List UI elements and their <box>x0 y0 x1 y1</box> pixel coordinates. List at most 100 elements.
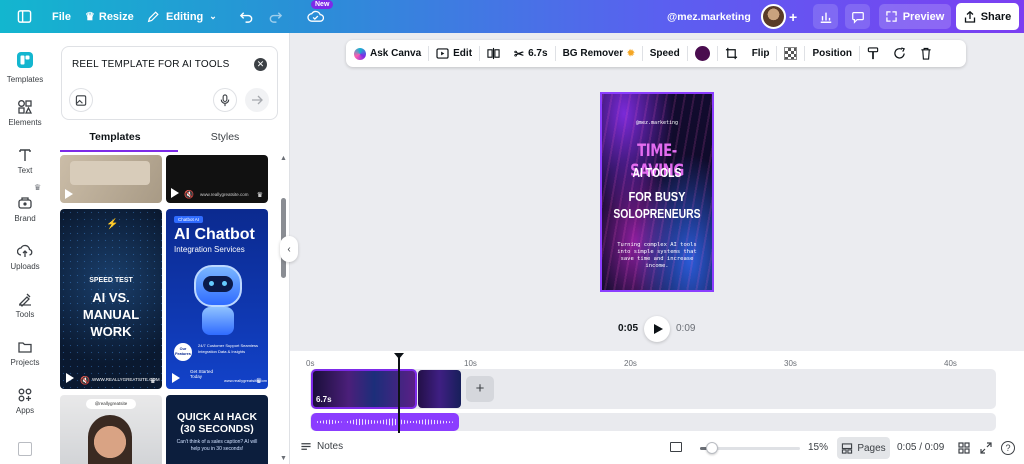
ask-canva-button[interactable]: Ask Canva <box>346 47 428 60</box>
rail-label: Apps <box>15 406 35 415</box>
color-swatch <box>694 46 710 61</box>
color-button[interactable] <box>688 46 717 61</box>
playhead[interactable] <box>394 353 404 433</box>
video-clip[interactable]: 6.7s <box>311 369 417 409</box>
notes-label: Notes <box>317 441 344 452</box>
share-button[interactable]: Share <box>956 3 1019 30</box>
transparency-icon <box>784 47 798 60</box>
design-page[interactable]: @mez.marketing TIME-SAVING AI TOOLS FOR … <box>600 92 714 292</box>
file-menu-button[interactable]: File <box>52 0 71 33</box>
voice-search-button[interactable] <box>213 88 237 112</box>
template-card[interactable]: 🔇 www.reallygreatsite.com ♛ <box>166 155 268 203</box>
share-label: Share <box>980 10 1012 23</box>
trim-button[interactable]: ✂ 6.7s <box>507 47 555 61</box>
rail-item-templates[interactable]: Templates <box>0 50 50 84</box>
resize-label: Resize <box>98 10 134 23</box>
animate-button[interactable] <box>886 47 913 60</box>
redo-button[interactable] <box>268 0 283 33</box>
template-card-person[interactable]: @reallygreatsite <box>60 395 162 464</box>
brand-icon <box>18 197 32 209</box>
image-search-button[interactable] <box>69 88 93 112</box>
rail-item-apps[interactable]: Apps <box>0 387 50 415</box>
elements-icon <box>18 100 33 114</box>
grid-view-icon <box>958 442 970 454</box>
scroll-down-icon: ▼ <box>280 455 287 462</box>
search-box[interactable]: REEL TEMPLATE FOR AI TOOLS ✕ <box>61 46 278 120</box>
flip-button[interactable]: Flip <box>745 48 777 59</box>
ruler-dots <box>312 363 1012 367</box>
notes-button[interactable]: Notes <box>300 441 343 452</box>
playhead-handle[interactable] <box>394 353 404 359</box>
split-button[interactable] <box>480 47 507 60</box>
play-icon <box>171 188 179 198</box>
panel-scrollbar[interactable]: ▲ ▼ <box>280 155 288 464</box>
zoom-level[interactable]: 15% <box>808 442 828 453</box>
rail-item-uploads[interactable]: Uploads <box>0 243 50 271</box>
template-handle: @reallygreatsite <box>86 399 136 409</box>
design-headline-3: FOR BUSY <box>628 189 686 204</box>
video-clip[interactable] <box>418 370 461 408</box>
position-button[interactable]: Position <box>805 48 858 59</box>
comments-button[interactable] <box>845 4 870 29</box>
new-badge: New <box>311 0 334 9</box>
rail-label: Templates <box>6 75 44 84</box>
copy-style-button[interactable] <box>860 47 886 60</box>
clear-search-button[interactable]: ✕ <box>254 58 267 71</box>
help-button[interactable]: ? <box>1001 441 1015 455</box>
template-card[interactable] <box>60 155 162 203</box>
speed-button[interactable]: Speed <box>643 48 687 59</box>
template-card-quick-hack[interactable]: QUICK AI HACK (30 SECONDS) Can't think o… <box>166 395 268 464</box>
sidebar-toggle-button[interactable] <box>17 0 32 33</box>
play-button[interactable] <box>644 316 670 342</box>
insights-button[interactable] <box>813 4 838 29</box>
template-card-chatbot[interactable]: Chatbot AI AI Chatbot Integration Servic… <box>166 209 268 389</box>
submit-search-button[interactable] <box>245 88 269 112</box>
transparency-button[interactable] <box>777 47 804 60</box>
audio-clip[interactable] <box>311 413 459 431</box>
template-subtitle: Integration Services <box>174 245 245 254</box>
zoom-slider-thumb[interactable] <box>706 442 718 454</box>
edit-button[interactable]: Edit <box>429 48 479 59</box>
editing-mode-button[interactable]: Editing ⌄ <box>146 0 217 33</box>
search-input[interactable]: REEL TEMPLATE FOR AI TOOLS <box>72 59 229 70</box>
edit-video-icon <box>436 48 449 59</box>
tab-templates[interactable]: Templates <box>60 131 170 143</box>
bg-remover-button[interactable]: BG Remover ✹ <box>556 48 642 59</box>
add-collaborator-button[interactable]: + <box>789 0 797 33</box>
current-time: 0:05 <box>618 323 639 334</box>
rail-item-tools[interactable]: Tools <box>0 291 50 319</box>
crop-button[interactable] <box>718 47 745 60</box>
grid-view-button[interactable] <box>958 442 970 457</box>
template-title: AI VS. MANUAL WORK <box>82 290 140 339</box>
arrow-right-icon <box>252 95 263 105</box>
avatar[interactable] <box>761 4 786 29</box>
image-icon[interactable] <box>18 442 32 456</box>
projects-icon <box>18 342 32 353</box>
rail-item-elements[interactable]: Elements <box>0 99 50 127</box>
pages-button[interactable]: Pages <box>837 437 890 459</box>
template-card-speed-test[interactable]: ⚡ SPEED TEST AI VS. MANUAL WORK 🔇 WWW.RE… <box>60 209 162 389</box>
resize-button[interactable]: ♛ Resize <box>85 0 134 33</box>
tools-icon <box>19 293 31 307</box>
tab-styles[interactable]: Styles <box>170 131 280 143</box>
preview-button[interactable]: Preview <box>879 4 951 29</box>
pencil-icon <box>147 10 159 22</box>
add-clip-button[interactable]: + <box>466 376 494 402</box>
rail-item-text[interactable]: Text <box>0 147 50 175</box>
rail-item-brand[interactable]: Brand <box>0 195 50 223</box>
timeline-toggle-icon[interactable] <box>670 442 682 452</box>
delete-button[interactable] <box>913 47 939 60</box>
collapse-panel-button[interactable]: ‹ <box>280 236 298 262</box>
fullscreen-button[interactable] <box>980 442 992 457</box>
trash-icon <box>921 47 931 60</box>
rail-label: Uploads <box>10 262 40 271</box>
template-title: AI Chatbot <box>174 226 255 243</box>
rail-label: Tools <box>15 310 35 319</box>
left-rail: Templates Elements Text ♛ Brand Uploads … <box>0 33 50 464</box>
rail-label: Elements <box>8 118 42 127</box>
undo-button[interactable] <box>239 0 254 33</box>
preview-label: Preview <box>902 10 945 23</box>
rail-item-projects[interactable]: Projects <box>0 339 50 367</box>
design-body: Turning complex AI tools into simple sys… <box>617 242 697 269</box>
bottom-bar: Notes 15% Pages 0:05 / 0:09 ? <box>290 434 1024 464</box>
